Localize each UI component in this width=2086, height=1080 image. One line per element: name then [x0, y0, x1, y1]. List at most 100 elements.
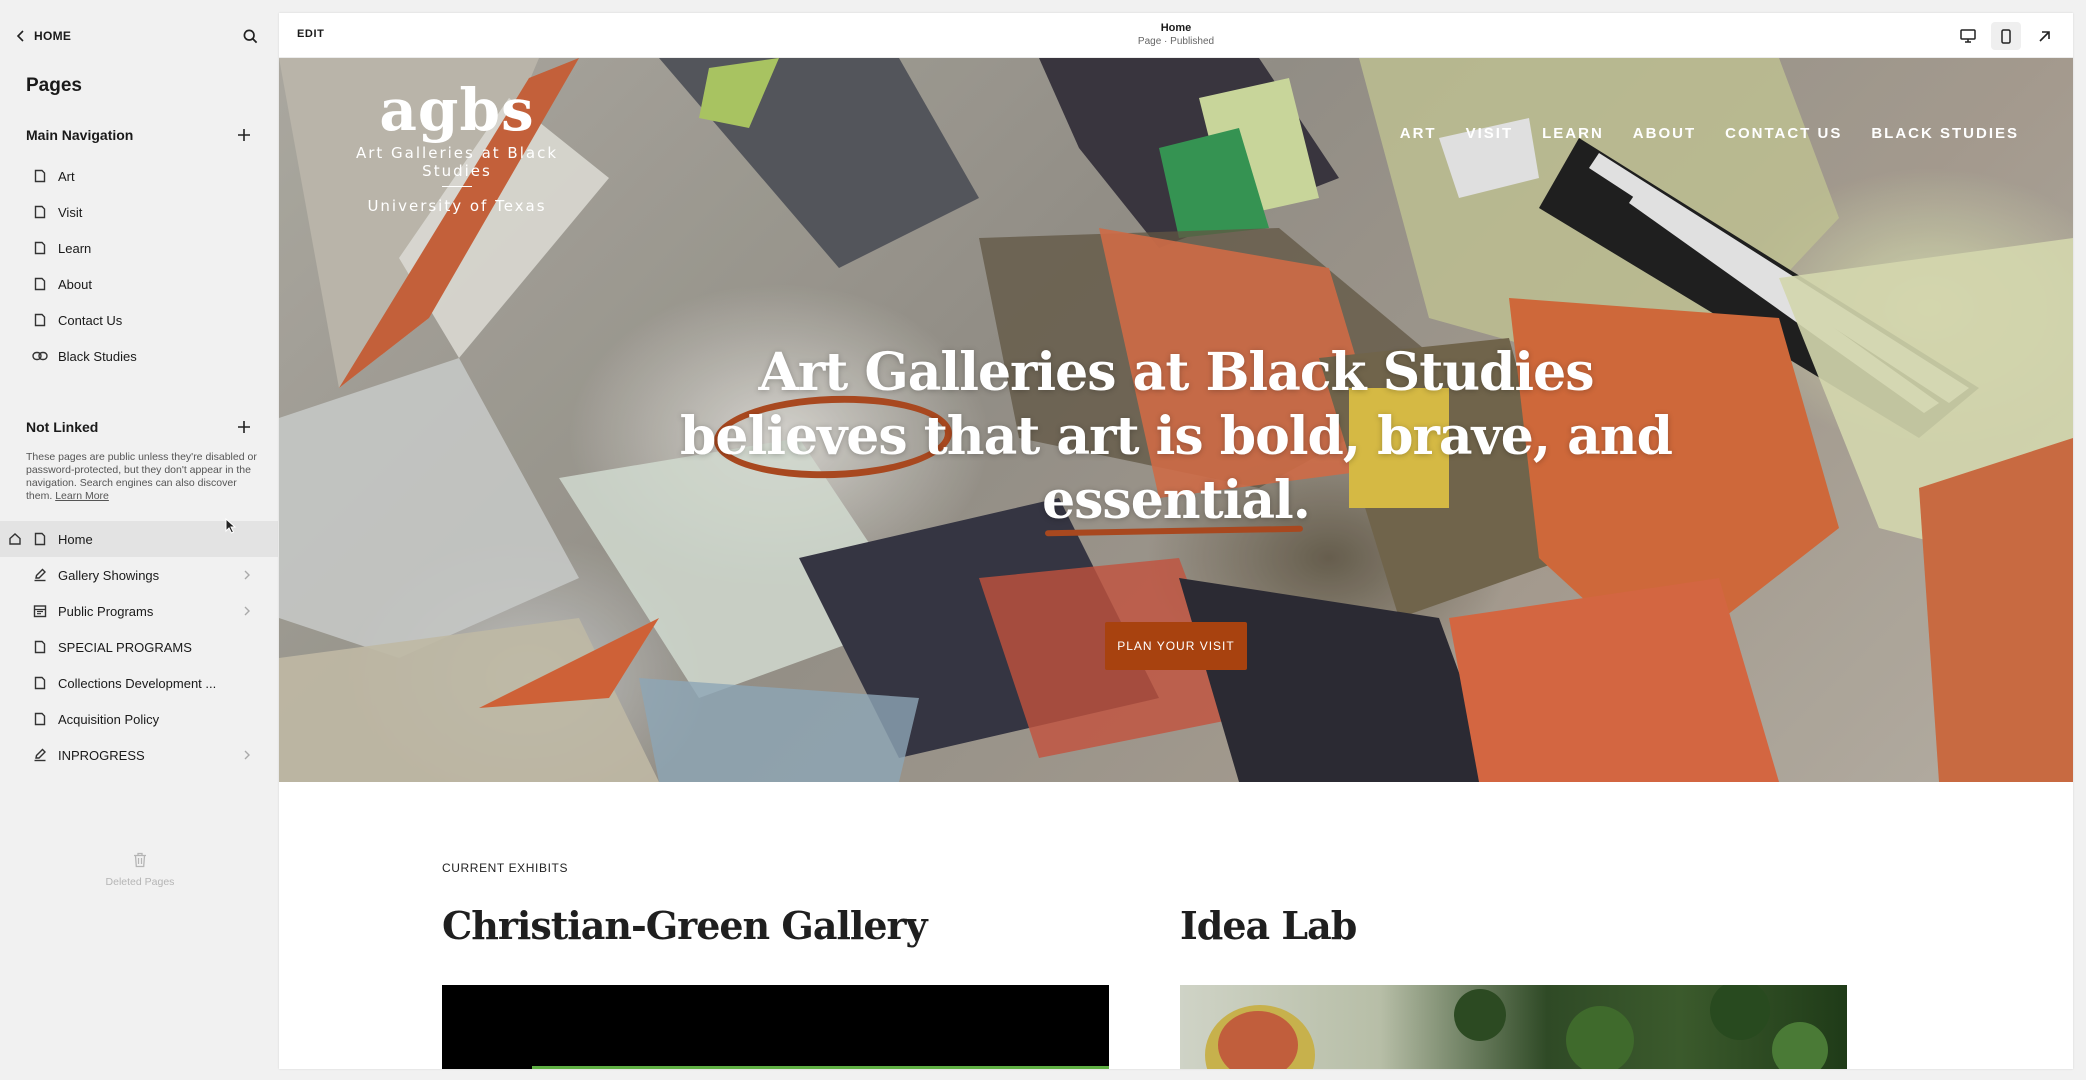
page-icon — [32, 639, 48, 655]
sidebar-item-visit[interactable]: Visit — [0, 194, 278, 230]
homepage-icon — [9, 533, 21, 545]
sidebar-item-contact-us[interactable]: Contact Us — [0, 302, 278, 338]
logo-line-1: Art Galleries at Black Studies — [355, 144, 559, 180]
search-button[interactable] — [238, 24, 262, 48]
mouse-cursor-icon — [225, 518, 237, 534]
hero-headline-line-1: Art Galleries at Black Studies — [758, 342, 1594, 403]
main-navigation-header: Main Navigation — [26, 123, 254, 147]
hero-headline-line-3: essential. — [1042, 470, 1311, 531]
preview-toolbar: EDIT Home Page · Published — [279, 13, 2073, 58]
sidebar-item-label: Black Studies — [58, 348, 137, 364]
sidebar-item-label: Collections Development ... — [58, 675, 217, 691]
sidebar-item-inprogress[interactable]: INPROGRESS — [0, 737, 278, 773]
sidebar-item-label: Art — [58, 168, 75, 184]
deleted-pages-label: Deleted Pages — [105, 876, 175, 888]
site-nav-contact-us[interactable]: CONTACT US — [1725, 125, 1842, 142]
sidebar-item-label: INPROGRESS — [58, 747, 145, 763]
link-icon — [32, 348, 48, 364]
add-page-main-nav-button[interactable] — [234, 125, 254, 145]
site-nav-visit[interactable]: VISIT — [1466, 125, 1514, 142]
sidebar-item-label: Home — [58, 531, 93, 547]
sidebar-item-label: Public Programs — [58, 603, 154, 619]
mobile-icon — [2001, 28, 2011, 44]
page-icon — [32, 204, 48, 220]
page-icon — [32, 240, 48, 256]
external-link-icon — [2038, 30, 2050, 42]
sidebar-item-collections-development[interactable]: Collections Development ... — [0, 665, 278, 701]
page-info: Home Page · Published — [279, 22, 2073, 47]
site-logo[interactable]: agbs Art Galleries at Black Studies Univ… — [337, 78, 577, 215]
page-icon — [32, 675, 48, 691]
sidebar-item-label: Acquisition Policy — [58, 711, 160, 727]
page-icon — [32, 276, 48, 292]
idea-lab-photo — [1205, 985, 1828, 1069]
main-navigation-heading: Main Navigation — [26, 127, 134, 143]
chevron-left-icon — [16, 30, 24, 42]
add-page-not-linked-button[interactable] — [234, 417, 254, 437]
site-preview-frame: EDIT Home Page · Published agbs Art Gall… — [279, 13, 2073, 1069]
sidebar-item-label: About — [58, 276, 92, 292]
image-accent-strip — [532, 1066, 1109, 1069]
hero-headline: Art Galleries at Black Studies believes … — [279, 341, 2073, 533]
blog-icon — [32, 567, 48, 583]
hero-section: agbs Art Galleries at Black Studies Univ… — [279, 58, 2073, 782]
page-icon — [32, 312, 48, 328]
logo-mark: agbs — [379, 76, 535, 144]
sidebar-item-label: Visit — [58, 204, 83, 220]
trash-icon — [134, 852, 146, 868]
site-nav-art[interactable]: ART — [1400, 125, 1437, 142]
sidebar-item-public-programs[interactable]: Public Programs — [0, 593, 278, 629]
sidebar-item-learn[interactable]: Learn — [0, 230, 278, 266]
open-site-button[interactable] — [2029, 22, 2059, 50]
sidebar-item-special-programs[interactable]: SPECIAL PROGRAMS — [0, 629, 278, 665]
plus-icon — [238, 421, 250, 433]
events-icon — [32, 603, 48, 619]
exhibit-title-christian-green: Christian-Green Gallery — [442, 903, 928, 948]
desktop-icon — [1960, 29, 1976, 43]
page-icon — [32, 711, 48, 727]
chevron-right-icon — [244, 606, 250, 616]
sidebar-item-black-studies[interactable]: Black Studies — [0, 338, 278, 374]
chevron-right-icon — [244, 570, 250, 580]
sidebar-item-label: Contact Us — [58, 312, 123, 328]
plan-your-visit-button[interactable]: PLAN YOUR VISIT — [1105, 622, 1247, 670]
not-linked-heading: Not Linked — [26, 419, 99, 435]
logo-line-2: University of Texas — [367, 197, 547, 215]
deleted-pages-button[interactable]: Deleted Pages — [88, 852, 192, 888]
chevron-right-icon — [244, 750, 250, 760]
exhibit-image-idea-lab[interactable] — [1180, 985, 1847, 1069]
page-icon — [32, 531, 48, 547]
hero-headline-line-2: believes that art is bold, brave, and — [680, 406, 1673, 467]
site-navigation: ART VISIT LEARN ABOUT CONTACT US BLACK S… — [1400, 125, 2019, 142]
back-home-link[interactable]: HOME — [16, 29, 71, 43]
blog-icon — [32, 747, 48, 763]
search-icon — [243, 29, 257, 43]
desktop-view-button[interactable] — [1953, 22, 1983, 50]
exhibit-image-christian-green[interactable] — [442, 985, 1109, 1069]
plus-icon — [238, 129, 250, 141]
not-linked-list: Home Gallery Showings Public Programs SP… — [0, 521, 278, 773]
current-exhibits-label: CURRENT EXHIBITS — [442, 861, 569, 875]
exhibit-title-idea-lab: Idea Lab — [1180, 903, 1357, 948]
pages-sidebar: HOME Pages Main Navigation Art Visit Lea… — [0, 0, 278, 1080]
sidebar-item-gallery-showings[interactable]: Gallery Showings — [0, 557, 278, 593]
main-navigation-list: Art Visit Learn About Contact Us Black S… — [0, 158, 278, 374]
learn-more-link[interactable]: Learn More — [55, 490, 109, 502]
mobile-view-button[interactable] — [1991, 22, 2021, 50]
view-toggle-group — [1953, 22, 2059, 50]
logo-divider — [442, 186, 472, 187]
pages-title: Pages — [26, 75, 82, 96]
page-name: Home — [1160, 22, 1192, 34]
sidebar-item-about[interactable]: About — [0, 266, 278, 302]
not-linked-description: These pages are public unless they're di… — [26, 451, 262, 503]
sidebar-item-label: SPECIAL PROGRAMS — [58, 639, 192, 655]
page-status: Page · Published — [1137, 36, 1215, 47]
sidebar-item-label: Learn — [58, 240, 92, 256]
site-nav-black-studies[interactable]: BLACK STUDIES — [1871, 125, 2019, 142]
sidebar-item-acquisition-policy[interactable]: Acquisition Policy — [0, 701, 278, 737]
sidebar-item-label: Gallery Showings — [58, 567, 160, 583]
page-icon — [32, 168, 48, 184]
sidebar-item-art[interactable]: Art — [0, 158, 278, 194]
site-nav-learn[interactable]: LEARN — [1542, 125, 1604, 142]
site-nav-about[interactable]: ABOUT — [1633, 125, 1696, 142]
